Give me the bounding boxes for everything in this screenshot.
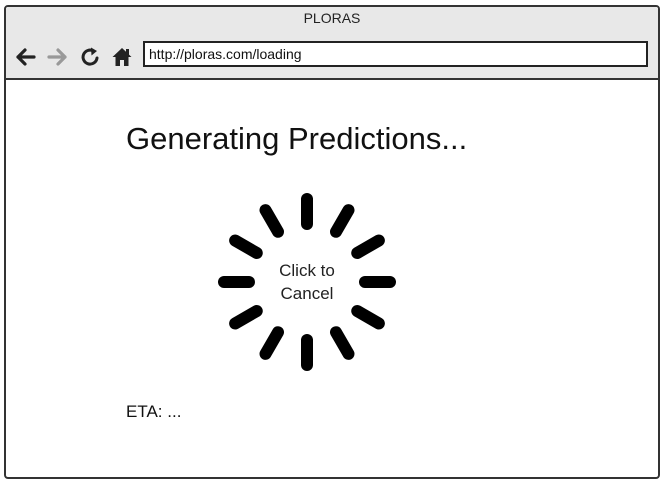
address-bar[interactable] — [143, 41, 648, 67]
eta-text: ETA: ... — [126, 402, 182, 421]
arrow-left-icon — [16, 48, 36, 66]
url-input[interactable] — [145, 43, 646, 65]
forward-button[interactable] — [45, 45, 71, 69]
back-button[interactable] — [12, 45, 38, 69]
window-title: PLORAS — [303, 10, 361, 26]
browser-window: PLORAS Generating Pred — [4, 5, 660, 479]
home-icon — [112, 48, 132, 66]
browser-chrome: PLORAS — [6, 7, 658, 80]
reload-icon — [81, 47, 99, 66]
cancel-spinner-button[interactable]: Click to Cancel — [214, 189, 400, 375]
reload-button[interactable] — [78, 45, 104, 69]
home-button[interactable] — [109, 45, 135, 69]
arrow-right-icon — [47, 48, 67, 66]
cancel-label: Click to Cancel — [279, 261, 335, 303]
page-title: Generating Predictions... — [126, 121, 468, 156]
